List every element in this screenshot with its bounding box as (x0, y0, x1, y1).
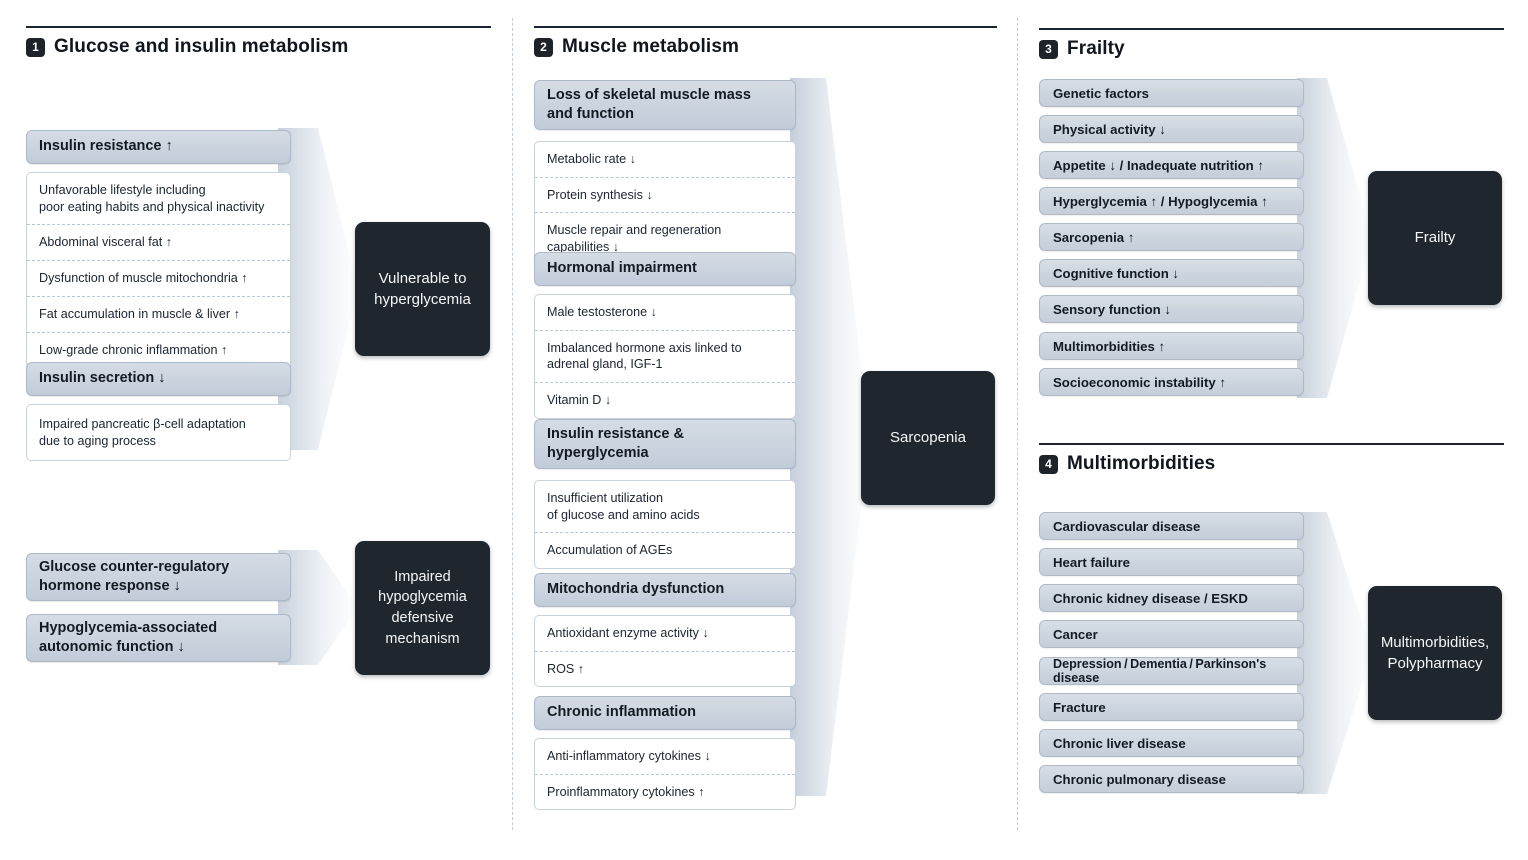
pill-genetic-factors: Genetic factors (1039, 79, 1304, 107)
group-header-insulin-resistance-hyperglycemia: Insulin resistance & hyperglycemia (534, 419, 796, 469)
pill-physical-activity: Physical activity ↓ (1039, 115, 1304, 143)
pill-sensory-function: Sensory function ↓ (1039, 295, 1304, 323)
pill-cognitive-function: Cognitive function ↓ (1039, 259, 1304, 287)
outcome-box-multimorbidities-polypharmacy: Multimorbidities, Polypharmacy (1368, 586, 1502, 720)
section-rule (1039, 443, 1504, 445)
section-title-3: Frailty (1067, 38, 1125, 59)
group-header-loss-muscle-mass: Loss of skeletal muscle mass and functio… (534, 80, 796, 130)
pill-hyper-hypoglycemia: Hyperglycemia ↑ / Hypoglycemia ↑ (1039, 187, 1304, 215)
group-header-insulin-secretion: Insulin secretion ↓ (26, 362, 291, 396)
section-rule (1039, 28, 1504, 30)
list-item: Insufficient utilization of glucose and … (547, 491, 700, 522)
pill-fracture: Fracture (1039, 693, 1304, 721)
section-title-1: Glucose and insulin metabolism (54, 36, 349, 57)
list-item: Protein synthesis ↓ (535, 176, 795, 213)
list-item: Impaired pancreatic β-cell adaptation du… (39, 417, 246, 448)
list-item: Antioxidant enzyme activity ↓ (547, 626, 709, 640)
list-item: Proinflammatory cytokines ↑ (535, 773, 795, 810)
sublist-chronic-inflammation: Anti-inflammatory cytokines ↓ Proinflamm… (534, 738, 796, 811)
list-item: Unfavorable lifestyle including poor eat… (39, 183, 265, 214)
column-divider-1 (512, 18, 513, 830)
list-item: Abdominal visceral fat ↑ (27, 224, 290, 260)
pill-chronic-kidney-disease: Chronic kidney disease / ESKD (1039, 584, 1304, 612)
section-rule (534, 26, 997, 28)
pill-chronic-pulmonary-disease: Chronic pulmonary disease (1039, 765, 1304, 793)
sublist-insulin-resistance: Unfavorable lifestyle including poor eat… (26, 172, 291, 369)
flow-arrow-sarcopenia (790, 78, 870, 796)
pill-appetite-nutrition: Appetite ↓ / Inadequate nutrition ↑ (1039, 151, 1304, 179)
section-rule (26, 26, 491, 28)
group-header-hormonal-impairment: Hormonal impairment (534, 252, 796, 286)
pill-depression-dementia-parkinsons: Depression / Dementia / Parkinson's dise… (1039, 657, 1304, 685)
list-item: Vitamin D ↓ (535, 382, 795, 418)
section-badge-4: 4 (1039, 454, 1058, 474)
pill-socioeconomic-instability: Socioeconomic instability ↑ (1039, 368, 1304, 396)
group-header-mitochondria-dysfunction: Mitochondria dysfunction (534, 573, 796, 607)
diagram-canvas: 1 Glucose and insulin metabolism 2 Muscl… (0, 0, 1528, 860)
sublist-mitochondria-dysfunction: Antioxidant enzyme activity ↓ ROS ↑ (534, 615, 796, 688)
pill-sarcopenia: Sarcopenia ↑ (1039, 223, 1304, 251)
section-header-4: 4 Multimorbidities (1039, 443, 1504, 475)
section-badge-1: 1 (26, 37, 45, 57)
pill-chronic-liver-disease: Chronic liver disease (1039, 729, 1304, 757)
list-item: Accumulation of AGEs (535, 532, 795, 568)
pill-glucose-counter-regulatory: Glucose counter-regulatory hormone respo… (26, 553, 291, 601)
section-badge-3: 3 (1039, 39, 1058, 59)
pill-multimorbidities: Multimorbidities ↑ (1039, 332, 1304, 360)
group-header-chronic-inflammation: Chronic inflammation (534, 696, 796, 730)
pill-cancer: Cancer (1039, 620, 1304, 648)
sublist-insulin-secretion: Impaired pancreatic β-cell adaptation du… (26, 404, 291, 462)
flow-arrow-multimorbidities (1297, 512, 1372, 794)
list-item: Metabolic rate ↓ (547, 152, 636, 166)
outcome-box-frailty: Frailty (1368, 171, 1502, 305)
section-header-1: 1 Glucose and insulin metabolism (26, 26, 491, 58)
section-title-2: Muscle metabolism (562, 36, 739, 57)
sublist-insulin-resistance-hyperglycemia: Insufficient utilization of glucose and … (534, 480, 796, 570)
column-divider-2 (1017, 18, 1018, 830)
sublist-loss-muscle-mass: Metabolic rate ↓ Protein synthesis ↓ Mus… (534, 141, 796, 266)
list-item: Anti-inflammatory cytokines ↓ (547, 749, 711, 763)
section-badge-2: 2 (534, 37, 553, 57)
section-header-2: 2 Muscle metabolism (534, 26, 997, 58)
pill-heart-failure: Heart failure (1039, 548, 1304, 576)
section-header-3: 3 Frailty (1039, 28, 1504, 60)
flow-arrow-frailty (1297, 78, 1372, 398)
outcome-box-vulnerable-hyperglycemia: Vulnerable to hyperglycemia (355, 222, 490, 356)
list-item: Imbalanced hormone axis linked to adrena… (535, 329, 795, 382)
pill-hypoglycemia-autonomic: Hypoglycemia-associated autonomic functi… (26, 614, 291, 662)
list-item: Fat accumulation in muscle & liver ↑ (27, 295, 290, 332)
outcome-box-impaired-hypoglycemia-defense: Impaired hypoglycemia defensive mechanis… (355, 541, 490, 675)
section-title-4: Multimorbidities (1067, 453, 1216, 474)
sublist-hormonal-impairment: Male testosterone ↓ Imbalanced hormone a… (534, 294, 796, 419)
list-item: ROS ↑ (535, 650, 795, 687)
list-item: Male testosterone ↓ (547, 305, 657, 319)
list-item: Dysfunction of muscle mitochondria ↑ (27, 260, 290, 296)
group-header-insulin-resistance: Insulin resistance ↑ (26, 130, 291, 164)
pill-cardiovascular-disease: Cardiovascular disease (1039, 512, 1304, 540)
outcome-box-sarcopenia: Sarcopenia (861, 371, 995, 505)
